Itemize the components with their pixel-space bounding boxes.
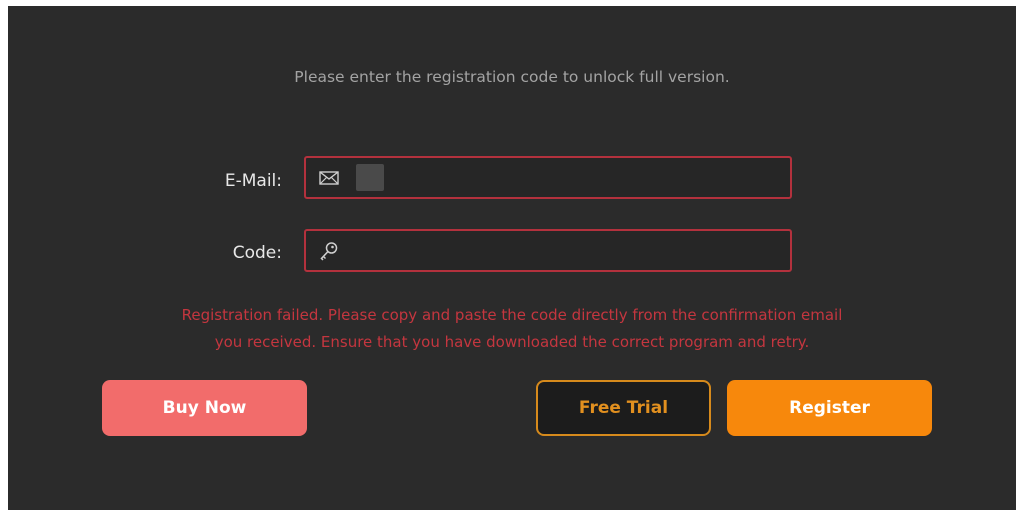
key-icon [318,240,340,262]
error-message: Registration failed. Please copy and pas… [8,302,1016,356]
email-field[interactable] [304,156,792,199]
email-input[interactable] [388,158,782,199]
envelope-icon [318,167,340,189]
code-field[interactable] [304,229,792,272]
free-trial-button[interactable]: Free Trial [536,380,711,436]
register-button[interactable]: Register [727,380,932,436]
intro-text: Please enter the registration code to un… [294,68,730,86]
email-value-chip [356,164,384,191]
code-label: Code: [232,243,282,263]
buy-now-button[interactable]: Buy Now [102,380,307,436]
code-input[interactable] [350,231,784,272]
error-line-2: you received. Ensure that you have downl… [214,333,810,351]
email-label: E-Mail: [224,171,282,191]
registration-dialog: Please enter the registration code to un… [8,6,1016,510]
error-line-1: Registration failed. Please copy and pas… [181,306,843,324]
